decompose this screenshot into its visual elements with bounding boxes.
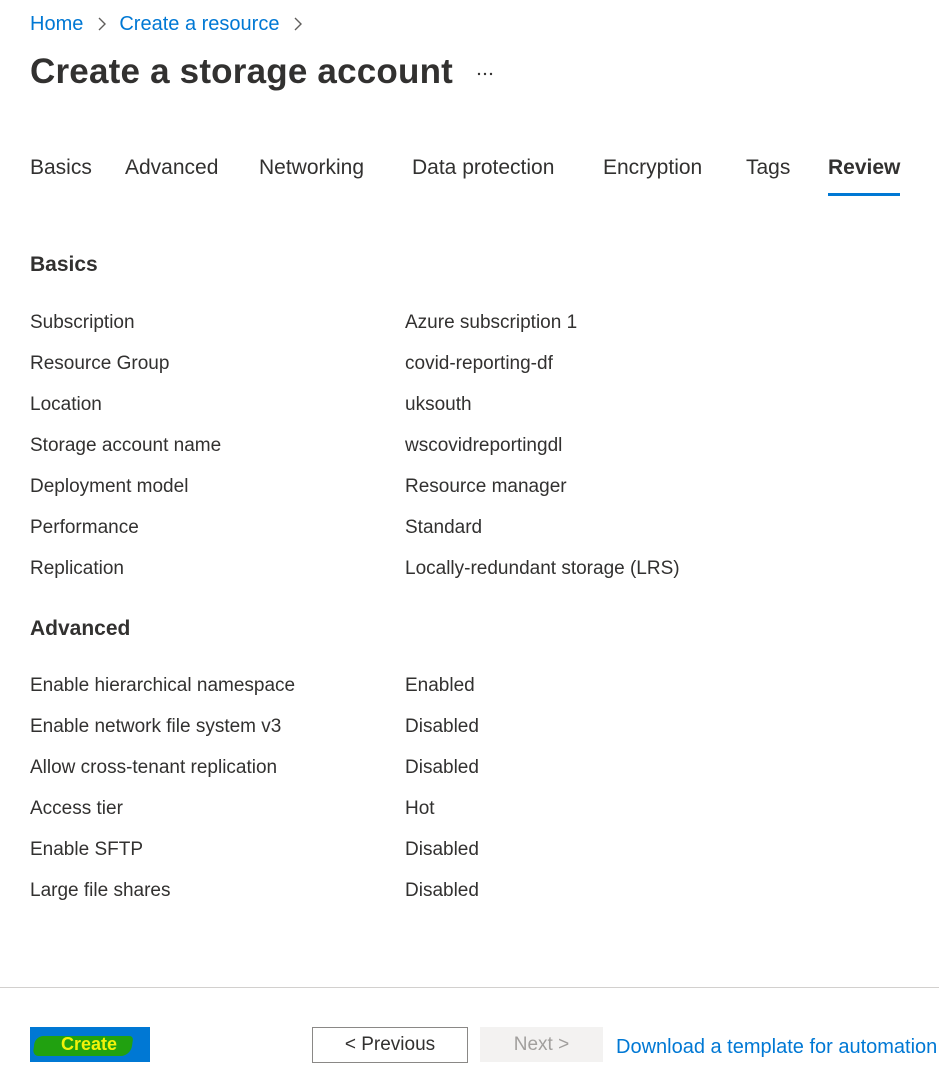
summary-row: Subscription Azure subscription 1 (30, 312, 910, 340)
tab-review[interactable]: Review (828, 156, 901, 196)
more-options-button[interactable] (470, 62, 500, 86)
summary-row: Performance Standard (30, 517, 910, 545)
row-label: Enable network file system v3 (30, 716, 282, 737)
row-value: Disabled (405, 880, 479, 901)
section-heading-basics: Basics (30, 253, 98, 276)
row-value: Azure subscription 1 (405, 312, 578, 333)
summary-row: Location uksouth (30, 394, 910, 422)
download-template-link[interactable]: Download a template for automation (616, 1036, 937, 1059)
section-heading-advanced: Advanced (30, 617, 131, 640)
previous-button[interactable]: < Previous (312, 1027, 468, 1063)
summary-row: Storage account name wscovidreportingdl (30, 435, 910, 463)
row-value: Resource manager (405, 476, 567, 497)
tab-advanced[interactable]: Advanced (125, 156, 218, 196)
summary-row: Allow cross-tenant replication Disabled (30, 757, 910, 785)
row-value: Hot (405, 798, 435, 819)
row-value: wscovidreportingdl (405, 435, 563, 456)
summary-row: Replication Locally-redundant storage (L… (30, 558, 910, 586)
row-label: Replication (30, 558, 124, 579)
row-label: Subscription (30, 312, 135, 333)
breadcrumb: Home Create a resource (30, 10, 315, 38)
row-value: covid-reporting-df (405, 353, 553, 374)
summary-row: Deployment model Resource manager (30, 476, 910, 504)
tab-basics[interactable]: Basics (30, 156, 92, 196)
row-label: Access tier (30, 798, 123, 819)
row-label: Enable hierarchical namespace (30, 675, 296, 696)
row-value: Locally-redundant storage (LRS) (405, 558, 680, 579)
row-label: Deployment model (30, 476, 189, 497)
summary-row: Large file shares Disabled (30, 880, 910, 908)
footer-divider (0, 987, 939, 988)
page-title: Create a storage account (30, 52, 454, 91)
row-label: Resource Group (30, 353, 170, 374)
row-label: Allow cross-tenant replication (30, 757, 278, 778)
tab-tags[interactable]: Tags (746, 156, 790, 196)
create-button[interactable]: Create (30, 1027, 150, 1062)
summary-row: Enable SFTP Disabled (30, 839, 910, 867)
row-label: Enable SFTP (30, 839, 143, 860)
breadcrumb-home-link[interactable]: Home (30, 13, 83, 36)
chevron-right-icon (97, 16, 107, 32)
row-label: Storage account name (30, 435, 222, 456)
tab-encryption[interactable]: Encryption (603, 156, 702, 196)
row-value: uksouth (405, 394, 472, 415)
next-button[interactable]: Next > (480, 1027, 603, 1062)
summary-row: Enable network file system v3 Disabled (30, 716, 910, 744)
chevron-right-icon (293, 16, 303, 32)
summary-row: Enable hierarchical namespace Enabled (30, 675, 910, 703)
summary-row: Resource Group covid-reporting-df (30, 353, 910, 381)
row-value: Disabled (405, 716, 479, 737)
row-label: Large file shares (30, 880, 171, 901)
create-button-label: Create (61, 1034, 118, 1054)
row-value: Standard (405, 517, 483, 538)
row-label: Performance (30, 517, 139, 538)
summary-row: Access tier Hot (30, 798, 910, 826)
breadcrumb-create-resource-link[interactable]: Create a resource (119, 13, 279, 36)
row-value: Disabled (405, 757, 479, 778)
more-ellipsis-icon (477, 72, 493, 76)
tab-networking[interactable]: Networking (259, 156, 364, 196)
row-value: Disabled (405, 839, 479, 860)
row-value: Enabled (405, 675, 475, 696)
row-label: Location (30, 394, 102, 415)
tab-data-protection[interactable]: Data protection (412, 156, 554, 196)
